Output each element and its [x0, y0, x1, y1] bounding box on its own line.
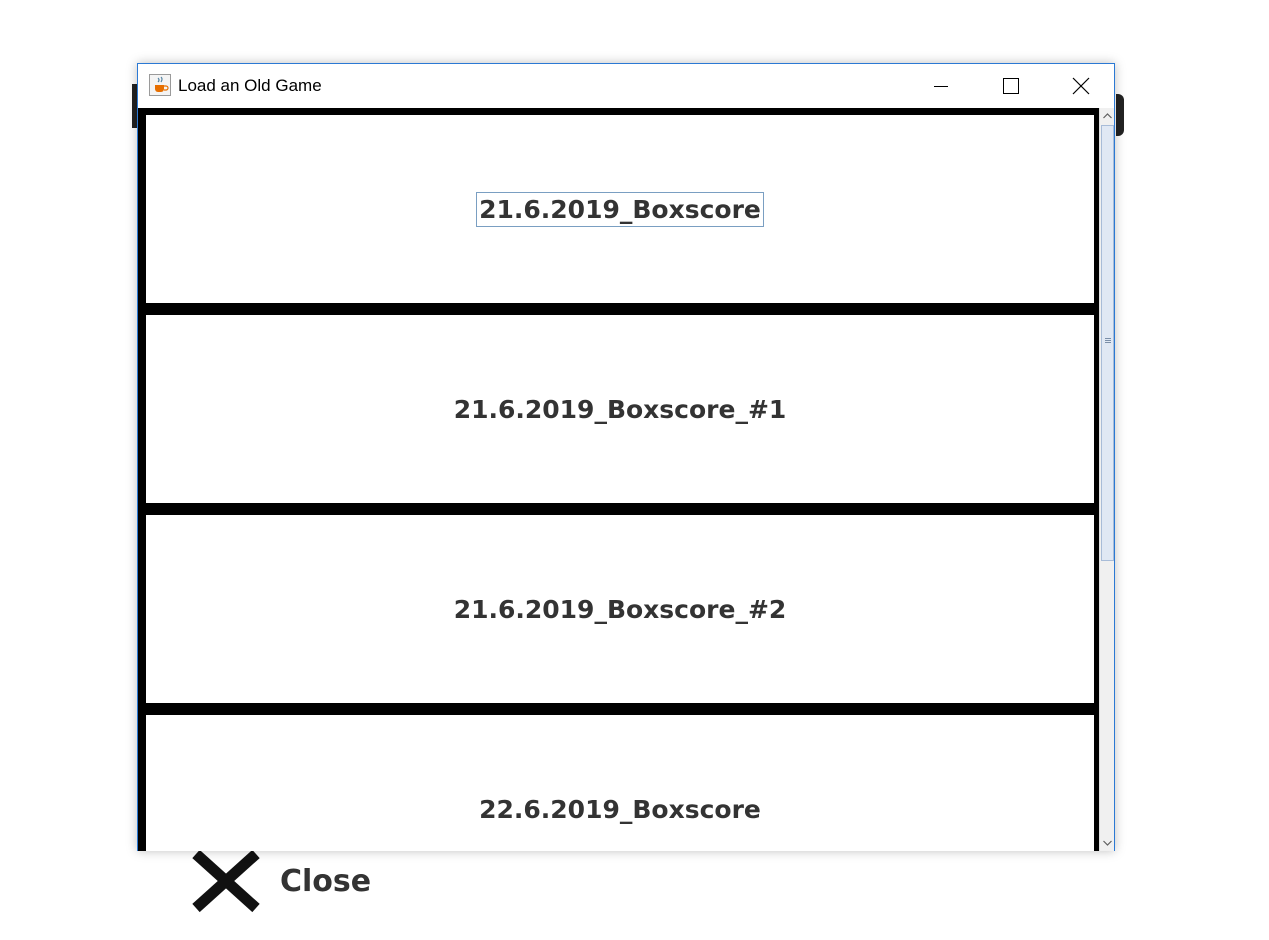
- game-list-viewport: 21.6.2019_Boxscore 21.6.2019_Boxscore_#1…: [138, 108, 1114, 851]
- game-label: 22.6.2019_Boxscore: [479, 794, 761, 824]
- game-list-item[interactable]: 21.6.2019_Boxscore_#1: [146, 315, 1094, 503]
- game-label: 21.6.2019_Boxscore_#2: [453, 594, 787, 624]
- vertical-scrollbar[interactable]: [1099, 108, 1114, 851]
- background-panel-edge: [1116, 94, 1124, 136]
- close-label: Close: [280, 863, 372, 899]
- game-label: 21.6.2019_Boxscore: [476, 191, 764, 227]
- maximize-button[interactable]: [976, 64, 1046, 108]
- game-list-item[interactable]: 21.6.2019_Boxscore: [146, 115, 1094, 303]
- x-icon: [186, 846, 266, 916]
- load-game-dialog: Load an Old Game 21.6.2019_Boxscore 21.6…: [137, 63, 1115, 851]
- scrollbar-thumb[interactable]: [1101, 125, 1114, 561]
- minimize-button[interactable]: [906, 64, 976, 108]
- minimize-icon: [934, 86, 948, 87]
- window-title: Load an Old Game: [178, 76, 322, 95]
- title-bar[interactable]: Load an Old Game: [138, 64, 1114, 108]
- chevron-up-icon: [1103, 113, 1112, 119]
- scroll-down-button[interactable]: [1100, 835, 1114, 851]
- game-label: 21.6.2019_Boxscore_#1: [453, 394, 787, 424]
- grip-icon: [1105, 338, 1111, 344]
- maximize-icon: [1003, 78, 1019, 94]
- game-list-item[interactable]: 22.6.2019_Boxscore: [146, 715, 1094, 851]
- close-window-button[interactable]: [1046, 64, 1116, 108]
- java-cup-icon: [149, 74, 171, 96]
- game-list-item[interactable]: 21.6.2019_Boxscore_#2: [146, 515, 1094, 703]
- close-icon: [1072, 77, 1090, 95]
- chevron-down-icon: [1103, 840, 1112, 846]
- close-button[interactable]: Close: [186, 846, 371, 916]
- scroll-up-button[interactable]: [1100, 108, 1114, 124]
